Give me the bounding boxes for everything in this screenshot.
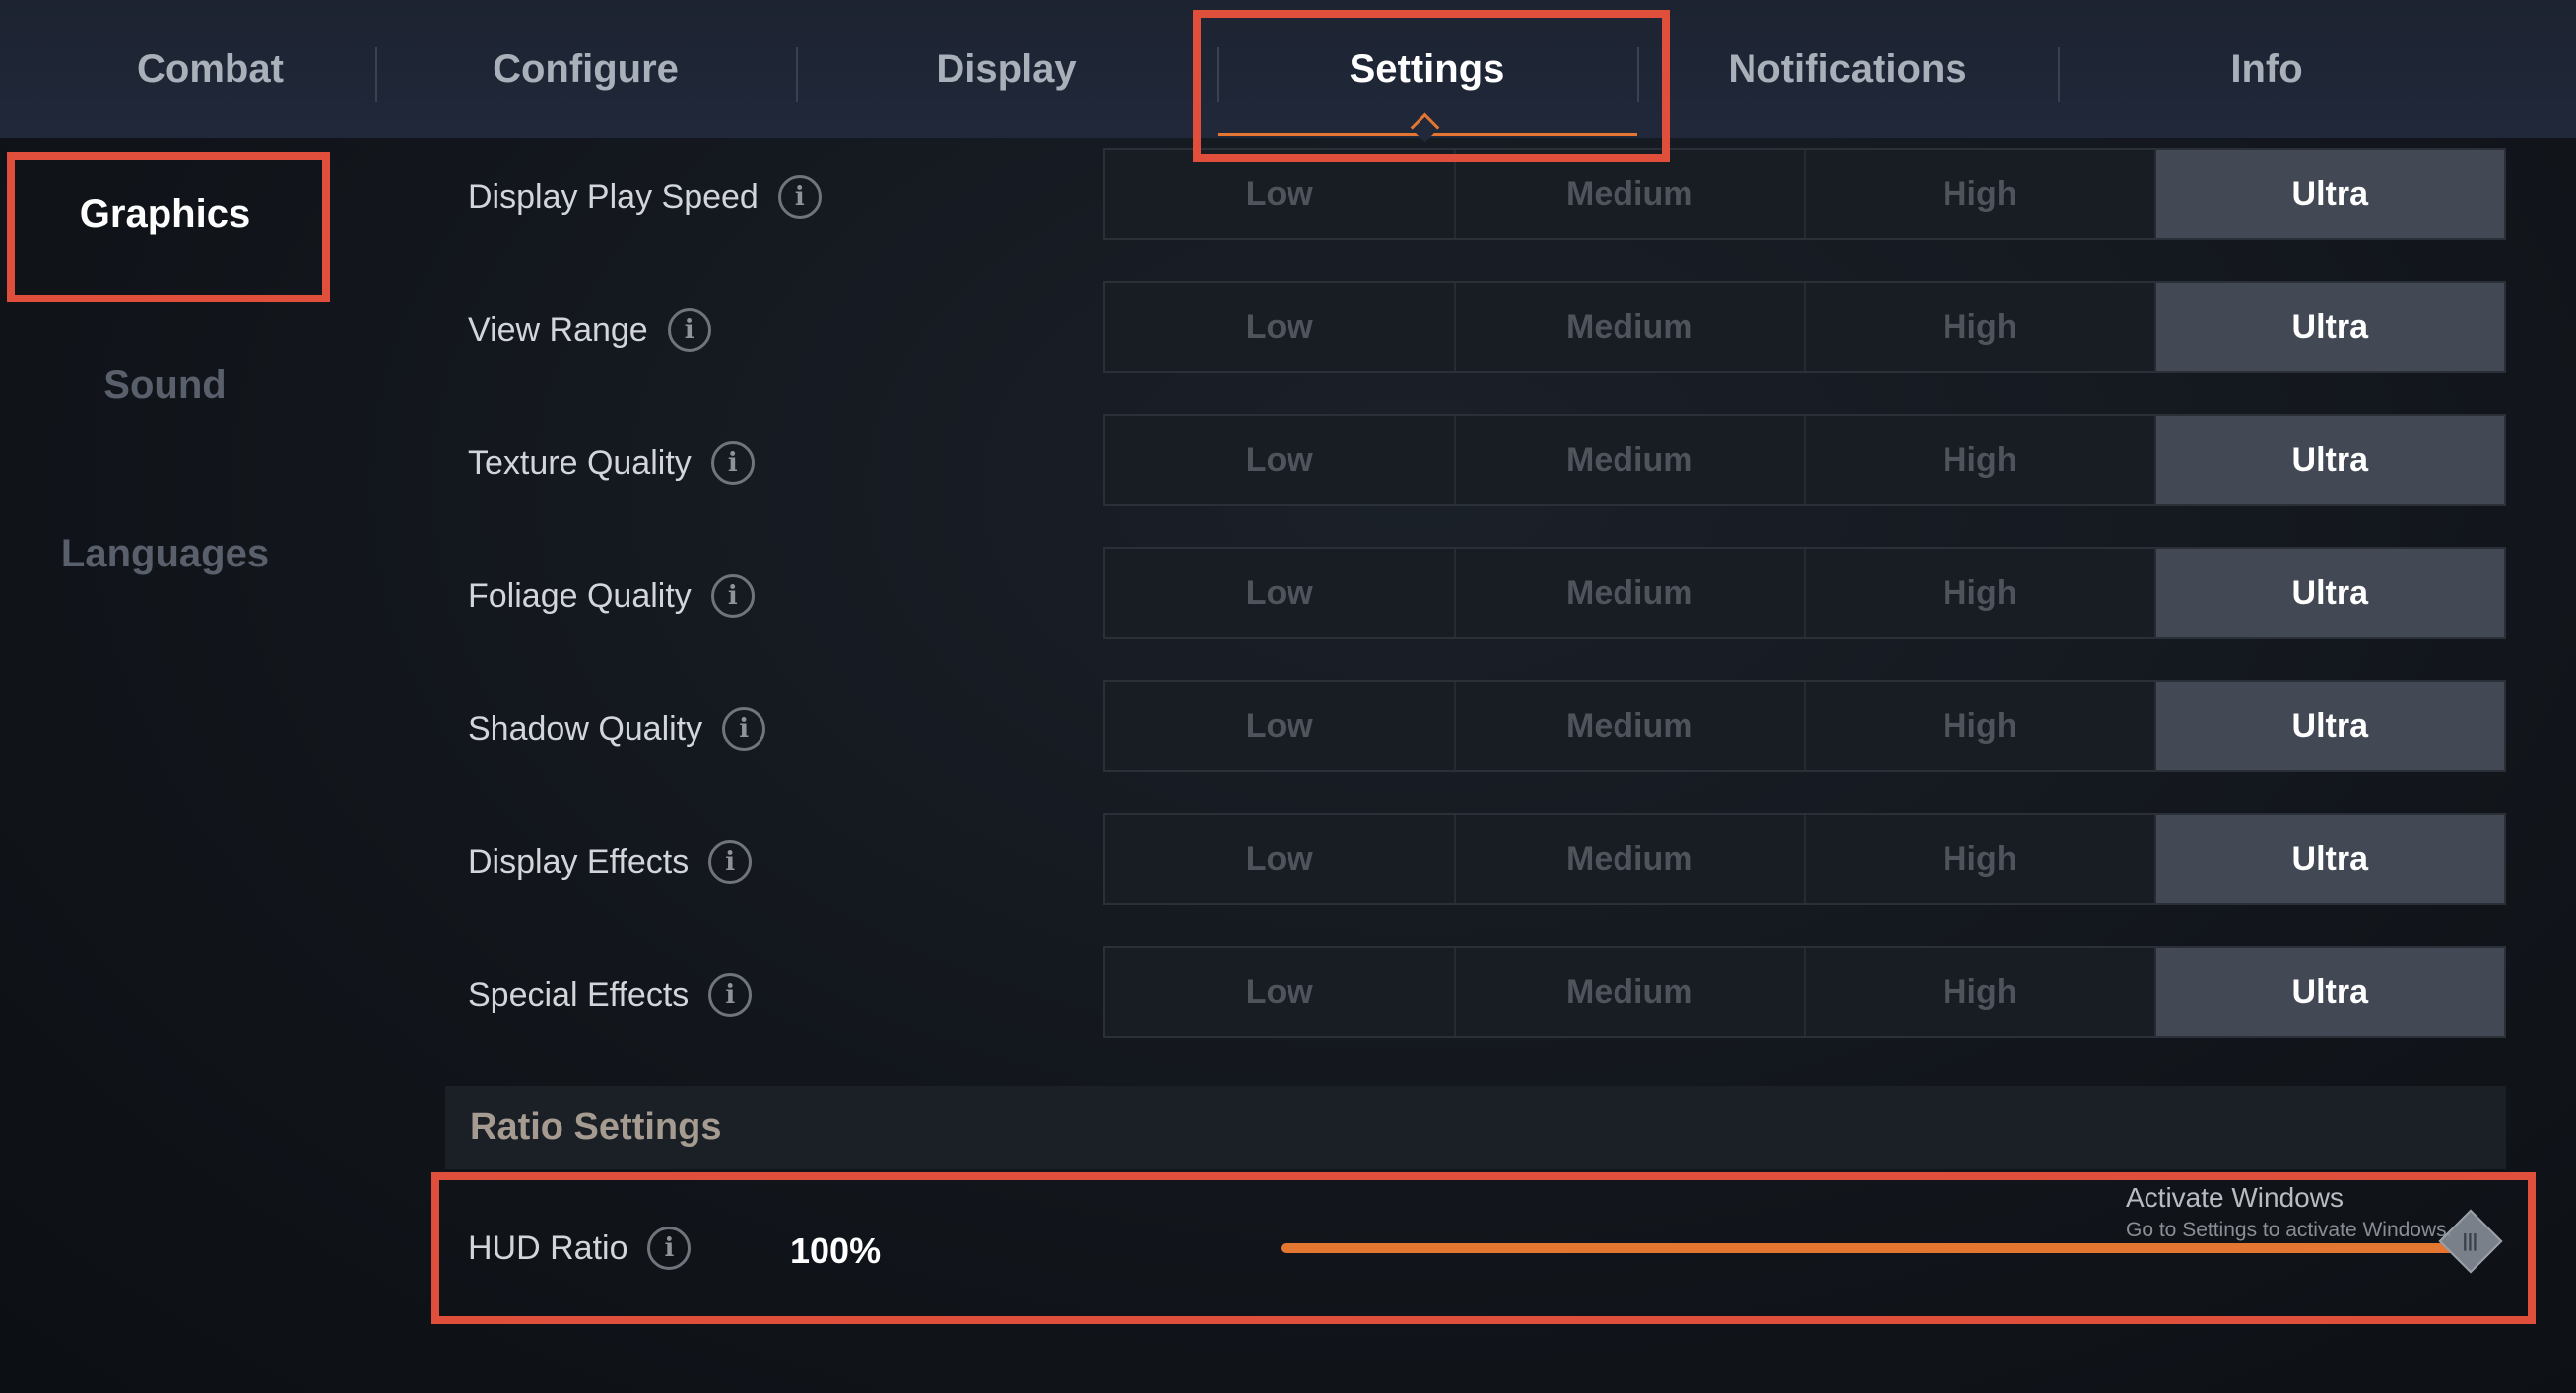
quality-option-high[interactable]: High: [1806, 815, 2156, 903]
quality-option-high[interactable]: High: [1806, 948, 2156, 1036]
setting-row-label: Shadow Quality i: [468, 699, 766, 759]
quality-selector: Low Medium High Ultra: [1103, 414, 2506, 506]
setting-row-label-text: View Range: [468, 310, 648, 349]
setting-row-label: Foliage Quality i: [468, 566, 755, 626]
setting-row-label-text: Foliage Quality: [468, 576, 692, 615]
quality-option-high[interactable]: High: [1806, 283, 2156, 371]
setting-row-label-text: Shadow Quality: [468, 709, 703, 748]
info-icon[interactable]: i: [708, 840, 753, 884]
tab-info[interactable]: Info: [2058, 0, 2476, 138]
info-icon[interactable]: i: [710, 441, 755, 485]
setting-row-label-text: Display Effects: [468, 842, 690, 881]
sidebar: Graphics Sound Languages: [0, 138, 330, 1393]
quality-option-high[interactable]: High: [1806, 416, 2156, 504]
quality-option-high[interactable]: High: [1806, 150, 2156, 238]
setting-row-label: Display Effects i: [468, 832, 753, 892]
setting-row-label: Display Play Speed i: [468, 167, 822, 227]
quality-option-low[interactable]: Low: [1105, 682, 1456, 770]
quality-selector: Low Medium High Ultra: [1103, 547, 2506, 639]
quality-option-low[interactable]: Low: [1105, 815, 1456, 903]
quality-selector: Low Medium High Ultra: [1103, 946, 2506, 1038]
quality-selector: Low Medium High Ultra: [1103, 281, 2506, 373]
quality-option-medium[interactable]: Medium: [1456, 948, 1806, 1036]
quality-option-ultra[interactable]: Ultra: [2155, 549, 2504, 637]
quality-option-ultra[interactable]: Ultra: [2155, 416, 2504, 504]
quality-option-ultra[interactable]: Ultra: [2155, 948, 2504, 1036]
quality-option-high[interactable]: High: [1806, 549, 2156, 637]
hud-ratio-highlight: [431, 1172, 2536, 1324]
setting-row-label-text: Texture Quality: [468, 443, 692, 482]
quality-option-medium[interactable]: Medium: [1456, 549, 1806, 637]
setting-row-label: Texture Quality i: [468, 433, 755, 493]
quality-option-medium[interactable]: Medium: [1456, 815, 1806, 903]
tab-notifications[interactable]: Notifications: [1637, 0, 2058, 138]
quality-option-medium[interactable]: Medium: [1456, 150, 1806, 238]
quality-option-medium[interactable]: Medium: [1456, 416, 1806, 504]
setting-row-label: View Range i: [468, 300, 711, 360]
quality-option-low[interactable]: Low: [1105, 549, 1456, 637]
quality-option-low[interactable]: Low: [1105, 283, 1456, 371]
quality-option-medium[interactable]: Medium: [1456, 682, 1806, 770]
quality-option-low[interactable]: Low: [1105, 948, 1456, 1036]
tab-combat[interactable]: Combat: [0, 0, 421, 138]
quality-option-ultra[interactable]: Ultra: [2155, 682, 2504, 770]
quality-selector: Low Medium High Ultra: [1103, 813, 2506, 905]
quality-option-medium[interactable]: Medium: [1456, 283, 1806, 371]
ratio-settings-header: Ratio Settings: [445, 1086, 2506, 1169]
info-icon[interactable]: i: [710, 574, 755, 618]
quality-option-ultra[interactable]: Ultra: [2155, 815, 2504, 903]
quality-option-high[interactable]: High: [1806, 682, 2156, 770]
setting-row-label-text: Special Effects: [468, 975, 690, 1014]
sidebar-item-languages[interactable]: Languages: [0, 480, 330, 628]
quality-selector: Low Medium High Ultra: [1103, 680, 2506, 772]
tab-display[interactable]: Display: [796, 0, 1217, 138]
quality-option-low[interactable]: Low: [1105, 416, 1456, 504]
tab-configure[interactable]: Configure: [375, 0, 796, 138]
info-icon[interactable]: i: [667, 308, 711, 352]
setting-row-label: Special Effects i: [468, 965, 753, 1025]
settings-tab-highlight: [1193, 10, 1670, 162]
quality-option-ultra[interactable]: Ultra: [2155, 150, 2504, 238]
quality-option-low[interactable]: Low: [1105, 150, 1456, 238]
quality-selector: Low Medium High Ultra: [1103, 148, 2506, 240]
quality-option-ultra[interactable]: Ultra: [2155, 283, 2504, 371]
info-icon[interactable]: i: [777, 175, 822, 219]
info-icon[interactable]: i: [722, 707, 766, 751]
info-icon[interactable]: i: [708, 973, 753, 1017]
sidebar-item-sound[interactable]: Sound: [0, 311, 330, 459]
graphics-item-highlight: [7, 152, 330, 302]
setting-row-label-text: Display Play Speed: [468, 177, 759, 216]
